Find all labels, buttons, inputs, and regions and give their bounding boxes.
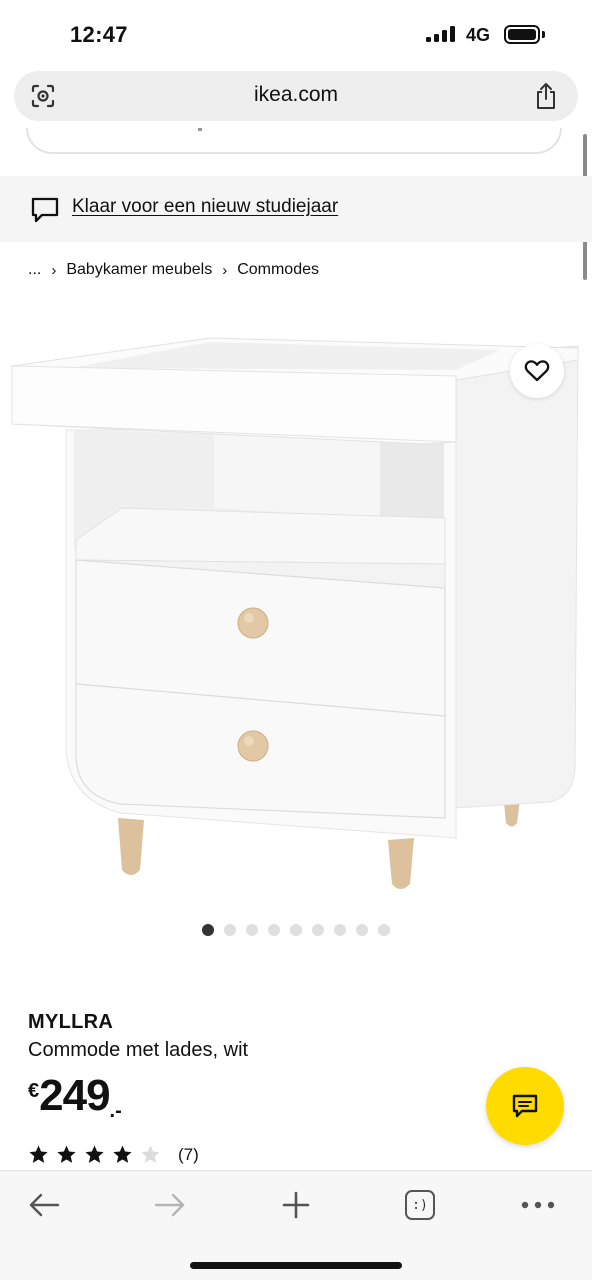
favorite-button[interactable]: [510, 344, 564, 398]
carousel-dot[interactable]: [378, 924, 390, 936]
tabs-label: :): [412, 1197, 428, 1213]
chat-button[interactable]: [486, 1067, 564, 1145]
product-image[interactable]: [0, 318, 592, 908]
breadcrumb-item-babykamer[interactable]: Babykamer meubels: [66, 261, 212, 279]
carousel-dot[interactable]: [334, 924, 346, 936]
price-decimals: .-: [109, 1100, 122, 1122]
network-label: 4G: [466, 25, 491, 45]
star-icon: [85, 1145, 104, 1163]
search-field-edge[interactable]: [26, 128, 562, 154]
back-icon: [29, 1193, 60, 1217]
address-bar[interactable]: ikea.com: [14, 71, 578, 121]
product-description: Commode met lades, wit: [28, 1039, 249, 1061]
back-button[interactable]: [22, 1187, 66, 1223]
chat-icon: [512, 1094, 538, 1118]
carousel-dots[interactable]: [202, 924, 390, 936]
breadcrumb-item-commodes[interactable]: Commodes: [237, 261, 319, 279]
carousel-dot[interactable]: [224, 924, 236, 936]
home-indicator[interactable]: [190, 1262, 402, 1269]
breadcrumb-ellipsis[interactable]: ...: [28, 261, 41, 279]
product-name: MYLLRA: [28, 1011, 114, 1033]
carousel-dot[interactable]: [312, 924, 324, 936]
price-amount: 249: [39, 1071, 110, 1120]
review-count[interactable]: (7): [178, 1145, 199, 1165]
carousel-dot[interactable]: [246, 924, 258, 936]
more-button[interactable]: [516, 1187, 560, 1223]
carousel-dot[interactable]: [202, 924, 214, 936]
tabs-button[interactable]: :): [398, 1187, 442, 1223]
chevron-right-icon: ›: [222, 261, 228, 279]
battery-icon: [504, 25, 540, 44]
share-icon[interactable]: [534, 82, 558, 110]
url-text[interactable]: ikea.com: [14, 83, 578, 107]
star-icon: [141, 1145, 160, 1163]
chat-bubble-icon: [30, 196, 60, 224]
price-currency: €: [28, 1080, 40, 1102]
carousel-dot[interactable]: [356, 924, 368, 936]
star-icon: [29, 1145, 48, 1163]
product-rating[interactable]: (7): [28, 1144, 199, 1165]
carousel-dot[interactable]: [290, 924, 302, 936]
new-tab-button[interactable]: [274, 1187, 318, 1223]
carousel-dot[interactable]: [268, 924, 280, 936]
chevron-right-icon: ›: [51, 261, 57, 279]
breadcrumb: ... › Babykamer meubels › Commodes: [28, 261, 319, 279]
forward-icon: [154, 1193, 185, 1217]
star-icon: [57, 1145, 76, 1163]
product-price: € 249 .-: [28, 1074, 122, 1123]
star-icon: [113, 1145, 132, 1163]
more-icon: [521, 1201, 555, 1209]
banner-link[interactable]: Klaar voor een nieuw studiejaar: [72, 196, 338, 218]
forward-button[interactable]: [148, 1187, 192, 1223]
promo-banner[interactable]: Klaar voor een nieuw studiejaar: [0, 176, 592, 242]
status-time: 12:47: [70, 22, 128, 47]
signal-icon: [426, 26, 456, 42]
new-tab-icon: [282, 1191, 310, 1219]
tabs-icon: :): [405, 1190, 435, 1220]
heart-icon: [524, 360, 550, 382]
status-bar: 12:47 4G: [0, 0, 592, 70]
